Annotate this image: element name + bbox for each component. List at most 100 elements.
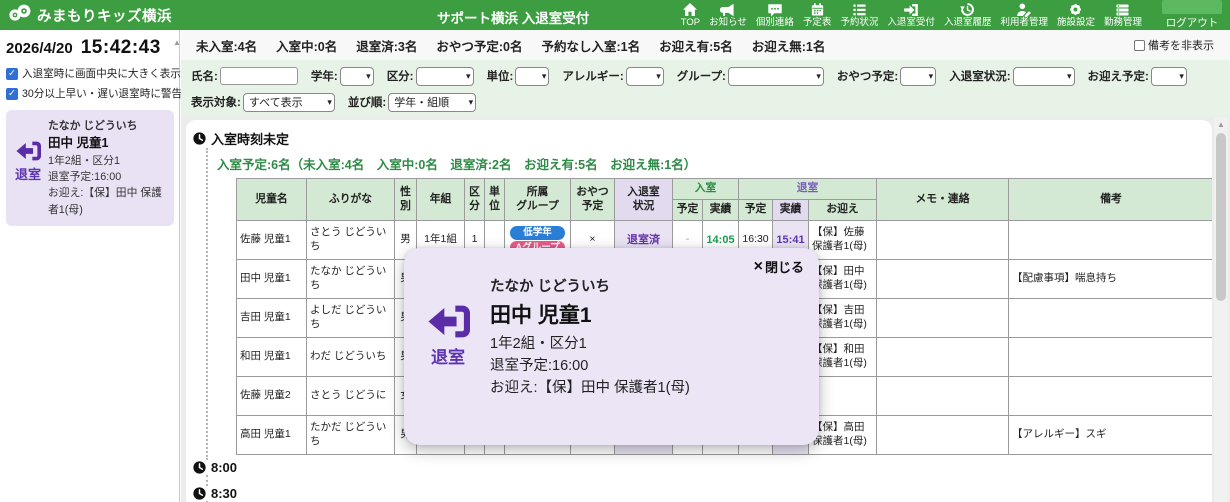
sidebar-option-0[interactable]: ✓入退室時に画面中央に大きく表示	[6, 66, 174, 81]
cell-name: 佐藤 児童2	[237, 377, 307, 416]
filter-select-snack[interactable]: ▾	[900, 67, 936, 86]
nav-item-schedule[interactable]: 予定表	[803, 2, 832, 28]
sort-order-select[interactable]: 学年・組順 ▾	[388, 93, 476, 112]
popup-furigana: たなか じどういち	[490, 275, 690, 296]
filter-row-1: 氏名:学年:▾区分:▾単位:▾アレルギー:▾グループ:▾おやつ予定:▾入退室状況…	[191, 63, 1230, 89]
filter-label-status: 入退室状況:	[949, 68, 1010, 84]
popup-pickup: お迎え:【保】田中 保護者1(母)	[490, 378, 690, 400]
stat-item: お迎え有:5名	[659, 36, 733, 55]
filter-select-grade[interactable]: ▾	[340, 67, 374, 86]
cell-name: 和田 児童1	[237, 338, 307, 377]
chevron-down-icon: ▾	[929, 71, 934, 82]
checkbox-unchecked-icon	[1134, 40, 1145, 51]
scroll-up-arrow[interactable]: ▲	[1214, 117, 1228, 129]
filter-select-pickup[interactable]: ▾	[1151, 67, 1187, 86]
nav-item-label: TOP	[681, 18, 700, 28]
stat-item: 退室済:3名	[356, 36, 417, 55]
cell-furigana: たかだ じどういち	[307, 416, 395, 455]
popup-close-button[interactable]: × 閉じる	[754, 257, 804, 276]
chevron-down-icon: ▾	[816, 71, 821, 82]
filter-label-category: 区分:	[387, 68, 414, 84]
filter-select-category[interactable]: ▾	[416, 67, 474, 86]
nav-item-facility[interactable]: 施設設定	[1057, 2, 1095, 28]
hide-note-checkbox[interactable]: 備考を非表示	[1134, 37, 1214, 53]
nav-item-checkin[interactable]: 入退室受付	[887, 2, 935, 28]
exit-action-label: 退室	[416, 343, 480, 368]
nav-item-work[interactable]: 勤務管理	[1104, 2, 1142, 28]
home-icon	[682, 2, 698, 17]
gear-icon	[1068, 2, 1083, 17]
exit-icon: 退室	[8, 118, 48, 218]
notification-exit-plan: 退室予定:16:00	[48, 169, 169, 185]
clock-icon	[193, 461, 206, 474]
notification-pickup: お迎え:【保】田中 保護者1(母)	[48, 185, 169, 217]
cell-furigana: わだ じどういち	[307, 338, 395, 377]
cell-memo	[877, 299, 1009, 338]
nav-item-label: 予定表	[803, 18, 832, 28]
exit-action-label: 退室	[8, 164, 48, 183]
sidebar-option-1[interactable]: ✓30分以上早い・遅い退室時に警告	[6, 86, 174, 101]
exit-notification-card: 退室 たなか じどういち 田中 児童1 1年2組・区分1 退室予定:16:00 …	[6, 110, 174, 226]
cell-note	[1009, 377, 1212, 416]
stat-item: おやつ予定:0名	[436, 36, 522, 55]
cell-memo	[877, 416, 1009, 455]
bars-icon	[1115, 2, 1130, 17]
chevron-down-icon: ▾	[466, 71, 471, 82]
filter-input-name[interactable]	[220, 67, 298, 85]
cell-memo	[877, 221, 1009, 260]
nav-item-contact[interactable]: 個別連絡	[756, 2, 794, 28]
filter-select-unit[interactable]: ▾	[515, 67, 549, 86]
stat-item: 予約なし入室:1名	[542, 36, 641, 55]
page-title: サポート横浜 入退室受付	[437, 7, 589, 27]
logo-text: みまもりキッズ横浜	[37, 5, 172, 26]
sidebar-scroll-up-arrow[interactable]: ▲	[173, 38, 181, 47]
current-date: 2026/4/20	[6, 40, 73, 57]
filter-select-allergy[interactable]: ▾	[626, 67, 664, 86]
cell-furigana: さとう じどういち	[307, 221, 395, 260]
vertical-scrollbar[interactable]: ▲	[1214, 117, 1228, 502]
app-logo[interactable]: みまもりキッズ横浜	[8, 2, 172, 29]
chevron-down-icon: ▾	[542, 71, 547, 82]
display-target-select[interactable]: すべて表示 ▾	[243, 93, 335, 112]
section-header-0800: 8:00	[193, 460, 1212, 475]
history-icon	[960, 2, 975, 17]
cell-name: 吉田 児童1	[237, 299, 307, 338]
cell-furigana: よしだ じどういち	[307, 299, 395, 338]
cell-name: 佐藤 児童1	[237, 221, 307, 260]
nav-item-label: 予約状況	[840, 18, 878, 28]
filter-label-allergy: アレルギー:	[562, 68, 623, 84]
popup-text: たなか じどういち 田中 児童1 1年2組・区分1 退室予定:16:00 お迎え…	[490, 275, 690, 399]
scrollbar-thumb[interactable]	[1216, 133, 1226, 301]
notification-name: 田中 児童1	[48, 134, 169, 153]
logout-button[interactable]: ログアウト	[1162, 0, 1222, 30]
stat-item: 未入室:4名	[196, 36, 257, 55]
filter-select-status[interactable]: ▾	[1013, 67, 1075, 86]
nav-item-label: 勤務管理	[1104, 18, 1142, 28]
cell-note: 【アレルギー】スギ	[1009, 416, 1212, 455]
current-time: 15:42:43	[81, 37, 161, 59]
sidebar: 2026/4/20 15:42:43 ✓入退室時に画面中央に大きく表示 ✓30分以…	[0, 30, 180, 502]
list-icon	[852, 2, 867, 17]
enter-icon	[903, 2, 919, 17]
user-edit-icon	[1016, 2, 1032, 17]
filter-label-grade: 学年:	[311, 68, 338, 84]
chevron-down-icon: ▾	[327, 97, 332, 108]
stats-items: 未入室:4名入室中:0名退室済:3名おやつ予定:0名予約なし入室:1名お迎え有:…	[196, 36, 844, 55]
filter-select-group[interactable]: ▾	[728, 67, 824, 86]
clock-icon	[193, 132, 206, 145]
nav-item-users[interactable]: 利用者管理	[1000, 2, 1048, 28]
nav-item-history[interactable]: 入退室履歴	[944, 2, 992, 28]
stats-bar: 未入室:4名入室中:0名退室済:3名おやつ予定:0名予約なし入室:1名お迎え有:…	[181, 30, 1230, 60]
filter-label-group: グループ:	[677, 68, 726, 84]
table-header: 児童名 ふりがな 性 別 年組 区 分 単 位 所属 グループ おやつ 予定 入…	[237, 179, 1213, 221]
nav-item-reserve[interactable]: 予約状況	[840, 2, 878, 28]
display-target-label: 表示対象:	[191, 94, 241, 110]
chevron-down-icon: ▾	[656, 71, 661, 82]
nav-item-top[interactable]: TOP	[681, 2, 700, 28]
nav-item-news[interactable]: お知らせ	[709, 2, 747, 28]
clock-icon	[193, 487, 206, 500]
section-header-undecided: 入室時刻未定	[193, 129, 1212, 148]
chevron-down-icon: ▾	[366, 71, 371, 82]
datetime: 2026/4/20 15:42:43	[6, 37, 174, 59]
nav-item-label: 個別連絡	[756, 18, 794, 28]
